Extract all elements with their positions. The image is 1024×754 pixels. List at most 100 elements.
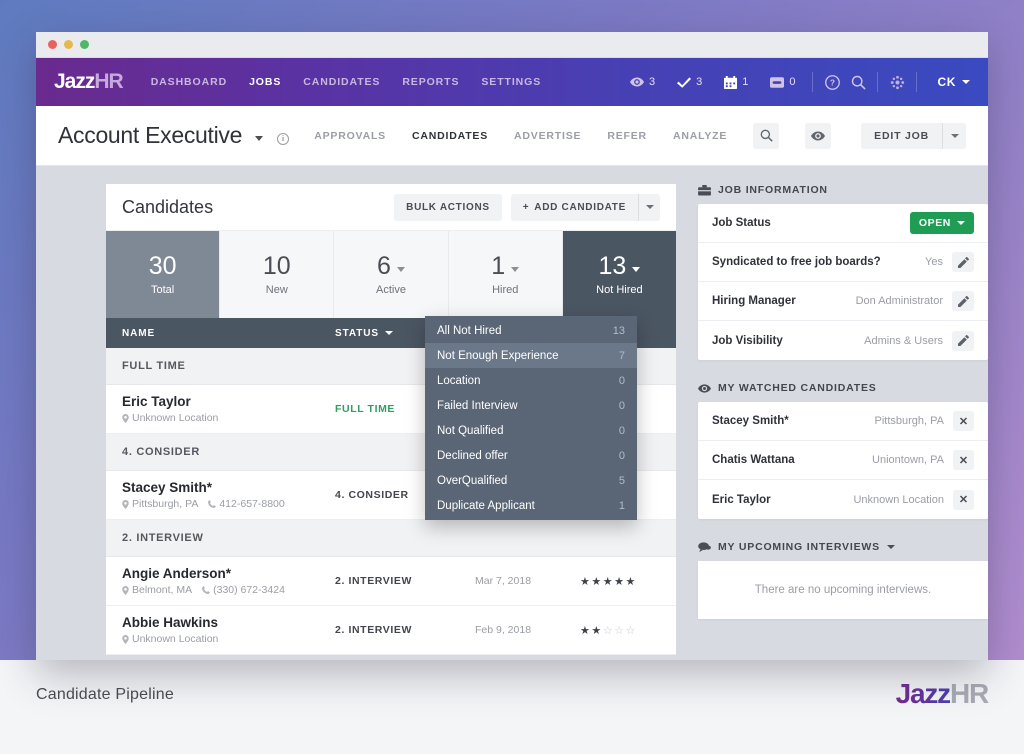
window-close-button[interactable] xyxy=(48,40,57,49)
candidates-title: Candidates xyxy=(122,197,213,218)
search-icon[interactable] xyxy=(753,123,779,149)
svg-text:?: ? xyxy=(830,77,835,87)
dropdown-item-overqualified[interactable]: OverQualified 5 xyxy=(425,468,637,493)
table-row[interactable]: Angie Anderson* Belmont, MA (330) 672-34… xyxy=(106,557,676,606)
footer-logo-jazz: Jazz xyxy=(896,678,950,709)
job-information-panel: Job Status OPEN Syndicated to free job b… xyxy=(698,204,988,360)
phone-icon-group: (330) 672-3424 xyxy=(202,584,285,596)
dropdown-item-declined-offer[interactable]: Declined offer 0 xyxy=(425,443,637,468)
chevron-down-icon[interactable] xyxy=(255,136,263,141)
check-icon xyxy=(677,77,691,88)
chevron-down-icon xyxy=(962,80,970,84)
tab-approvals[interactable]: APPROVALS xyxy=(314,130,386,142)
dropdown-item-duplicate-applicant[interactable]: Duplicate Applicant 1 xyxy=(425,493,637,518)
chevron-down-icon[interactable] xyxy=(887,545,895,549)
page-title-group[interactable]: Account Executive i xyxy=(58,122,289,149)
not-hired-dropdown-menu[interactable]: All Not Hired 13 Not Enough Experience 7… xyxy=(425,316,637,520)
chevron-down-icon[interactable] xyxy=(632,267,640,272)
nav-stat-inbox[interactable]: 0 xyxy=(759,76,806,88)
nav-item-candidates[interactable]: CANDIDATES xyxy=(303,76,380,88)
tab-advertise[interactable]: ADVERTISE xyxy=(514,130,581,142)
tab-refer[interactable]: REFER xyxy=(607,130,647,142)
add-candidate-group: + ADD CANDIDATE xyxy=(511,194,660,221)
dropdown-item-all-not-hired[interactable]: All Not Hired 13 xyxy=(425,318,637,343)
candidate-rating[interactable]: ★★★★★ xyxy=(580,575,660,588)
nav-item-reports[interactable]: REPORTS xyxy=(402,76,459,88)
dropdown-item-count: 5 xyxy=(619,475,625,487)
chevron-down-icon xyxy=(957,221,965,225)
dropdown-item-count: 7 xyxy=(619,350,625,362)
candidate-rating[interactable]: ★★☆☆☆ xyxy=(580,624,660,637)
job-visibility-row: Job Visibility Admins & Users xyxy=(698,321,988,360)
stat-active[interactable]: 6 Active xyxy=(334,231,448,318)
location-pin-icon xyxy=(122,414,129,423)
inbox-icon xyxy=(770,77,784,88)
edit-job-button[interactable]: EDIT JOB xyxy=(861,123,942,149)
dropdown-item-not-enough-experience[interactable]: Not Enough Experience 7 xyxy=(425,343,637,368)
preview-eye-icon[interactable] xyxy=(805,123,831,149)
window-minimize-button[interactable] xyxy=(64,40,73,49)
add-candidate-button[interactable]: + ADD CANDIDATE xyxy=(511,194,638,221)
list-item[interactable]: Chatis Wattana Uniontown, PA ✕ xyxy=(698,441,988,480)
briefcase-icon xyxy=(698,185,711,196)
candidate-meta: Pittsburgh, PA 412-657-8800 xyxy=(122,498,335,510)
nav-stat-approvals[interactable]: 3 xyxy=(666,76,713,88)
job-status-badge[interactable]: OPEN xyxy=(910,212,974,234)
stat-not-hired[interactable]: 13 Not Hired xyxy=(563,231,676,318)
edit-job-dropdown-toggle[interactable] xyxy=(942,123,966,149)
stat-active-number-wrap: 6 xyxy=(377,253,405,279)
nav-stat-watching[interactable]: 3 xyxy=(619,76,666,88)
settings-gear-icon[interactable] xyxy=(884,69,910,95)
location-pin-icon xyxy=(122,500,129,509)
info-icon[interactable]: i xyxy=(277,133,289,145)
stat-not-hired-number: 13 xyxy=(599,253,627,279)
nav-item-dashboard[interactable]: DASHBOARD xyxy=(151,76,227,88)
edit-pencil-icon[interactable] xyxy=(952,331,974,351)
dropdown-item-count: 0 xyxy=(619,450,625,462)
nav-item-settings[interactable]: SETTINGS xyxy=(481,76,541,88)
stat-hired[interactable]: 1 Hired xyxy=(449,231,563,318)
close-icon[interactable]: ✕ xyxy=(953,450,974,470)
jazzhr-logo[interactable]: JazzHR xyxy=(54,70,123,94)
nav-divider-3 xyxy=(916,72,917,92)
stat-total[interactable]: 30 Total xyxy=(106,231,220,318)
dropdown-item-failed-interview[interactable]: Failed Interview 0 xyxy=(425,393,637,418)
tab-candidates[interactable]: CANDIDATES xyxy=(412,130,488,142)
nav-right-group: 3 3 1 0 ? xyxy=(619,69,970,95)
logo-jazz-text: Jazz xyxy=(54,70,94,93)
job-visibility-label: Job Visibility xyxy=(712,335,783,347)
nav-item-jobs[interactable]: JOBS xyxy=(249,76,281,88)
user-menu[interactable]: CK xyxy=(923,75,970,89)
table-row[interactable]: Abbie Hawkins Unknown Location 2. INTERV… xyxy=(106,606,676,655)
dropdown-item-location[interactable]: Location 0 xyxy=(425,368,637,393)
dropdown-item-count: 0 xyxy=(619,425,625,437)
stat-new[interactable]: 10 New xyxy=(220,231,334,318)
stat-active-number: 6 xyxy=(377,253,391,279)
close-icon[interactable]: ✕ xyxy=(953,411,974,431)
chevron-down-icon xyxy=(385,331,393,335)
dropdown-item-not-qualified[interactable]: Not Qualified 0 xyxy=(425,418,637,443)
upcoming-interviews-section-title[interactable]: MY UPCOMING INTERVIEWS xyxy=(698,541,988,553)
tab-analyze[interactable]: ANALYZE xyxy=(673,130,727,142)
chevron-down-icon[interactable] xyxy=(397,267,405,272)
footer-logo-hr: HR xyxy=(950,678,988,709)
close-icon[interactable]: ✕ xyxy=(953,490,974,510)
search-icon[interactable] xyxy=(845,69,871,95)
column-header-status-label: STATUS xyxy=(335,328,379,339)
candidate-name-cell: Eric Taylor Unknown Location xyxy=(122,394,335,424)
chevron-down-icon xyxy=(646,205,654,209)
add-candidate-dropdown-toggle[interactable] xyxy=(638,194,660,221)
watched-candidate-name: Chatis Wattana xyxy=(712,454,795,466)
help-icon[interactable]: ? xyxy=(819,69,845,95)
list-item[interactable]: Stacey Smith* Pittsburgh, PA ✕ xyxy=(698,402,988,441)
edit-pencil-icon[interactable] xyxy=(952,291,974,311)
nav-stat-watching-count: 3 xyxy=(649,76,655,88)
nav-divider-1 xyxy=(812,72,813,92)
window-maximize-button[interactable] xyxy=(80,40,89,49)
chevron-down-icon[interactable] xyxy=(511,267,519,272)
edit-pencil-icon[interactable] xyxy=(952,252,974,272)
nav-stat-calendar[interactable]: 1 xyxy=(713,76,759,89)
bulk-actions-button[interactable]: BULK ACTIONS xyxy=(394,194,502,221)
candidate-name-cell: Stacey Smith* Pittsburgh, PA 412-657-880… xyxy=(122,480,335,510)
list-item[interactable]: Eric Taylor Unknown Location ✕ xyxy=(698,480,988,519)
